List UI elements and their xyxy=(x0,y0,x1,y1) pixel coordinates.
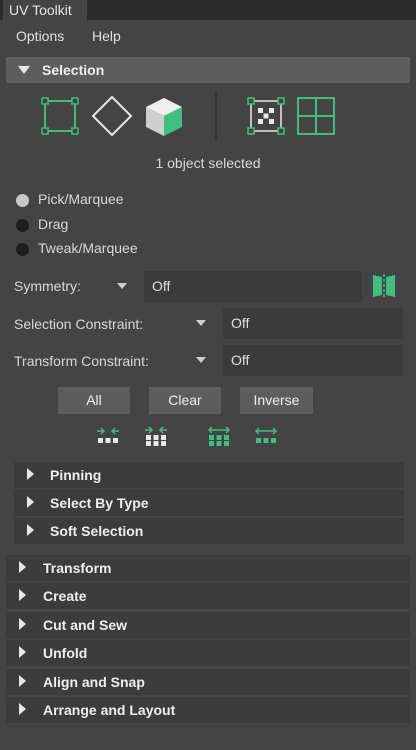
section-title: Select By Type xyxy=(50,495,149,511)
radio-label: Tweak/Marquee xyxy=(38,240,138,256)
section-title: Cut and Sew xyxy=(43,617,128,633)
section-title: Arrange and Layout xyxy=(43,702,176,718)
select-all-button[interactable]: All xyxy=(58,387,130,414)
align-and-snap-section-header[interactable]: Align and Snap xyxy=(6,669,410,695)
menu-options[interactable]: Options xyxy=(16,28,64,44)
arrange-and-layout-section-header[interactable]: Arrange and Layout xyxy=(6,697,410,723)
selection-status-text: 1 object selected xyxy=(155,155,261,171)
menu-bar: Options Help xyxy=(0,22,416,54)
toolbar-divider xyxy=(215,92,217,140)
menu-help[interactable]: Help xyxy=(92,28,121,44)
tab-uv-toolkit[interactable]: UV Toolkit xyxy=(3,0,87,20)
selection-constraint-dropdown-arrow-icon[interactable] xyxy=(196,320,206,326)
uv-shell-mode-icon[interactable] xyxy=(244,94,288,138)
object-mode-icon[interactable] xyxy=(142,94,186,138)
expand-arrow-icon xyxy=(19,618,26,630)
clear-selection-button[interactable]: Clear xyxy=(149,387,221,414)
radio-label: Drag xyxy=(38,216,69,232)
edge-mode-icon[interactable] xyxy=(90,94,134,138)
expand-arrow-icon xyxy=(19,646,26,658)
expand-arrow-icon xyxy=(19,703,26,715)
section-title: Unfold xyxy=(43,645,88,661)
expand-arrow-icon xyxy=(27,496,34,508)
unfold-section-header[interactable]: Unfold xyxy=(6,640,410,666)
radio-label: Pick/Marquee xyxy=(38,191,124,207)
radio-indicator xyxy=(16,243,29,256)
section-title: Create xyxy=(43,588,87,604)
selection-constraint-label: Selection Constraint: xyxy=(14,316,144,332)
section-title: Transform xyxy=(43,560,112,576)
section-title: Align and Snap xyxy=(43,674,145,690)
expand-arrow-icon xyxy=(19,561,26,573)
transform-section-header[interactable]: Transform xyxy=(6,555,410,581)
selection-title: Selection xyxy=(42,62,105,78)
selection-constraint-field[interactable]: Off xyxy=(223,308,403,339)
create-section-header[interactable]: Create xyxy=(6,583,410,609)
soft-selection-section-header[interactable]: Soft Selection xyxy=(14,518,404,544)
symmetry-dropdown-arrow-icon[interactable] xyxy=(117,283,127,289)
tab-bar: UV Toolkit xyxy=(0,0,416,20)
expand-arrow-icon xyxy=(19,589,26,601)
section-title: Pinning xyxy=(50,467,102,483)
transform-constraint-dropdown-arrow-icon[interactable] xyxy=(196,357,206,363)
shrink-selection-icon[interactable] xyxy=(96,426,120,446)
section-title: Soft Selection xyxy=(50,523,144,539)
shrink-selection-grid-icon[interactable] xyxy=(144,426,168,446)
collapse-arrow-icon xyxy=(18,66,30,74)
uv-grid-mode-icon[interactable] xyxy=(294,94,338,138)
expand-arrow-icon xyxy=(19,675,26,687)
radio-indicator xyxy=(16,219,29,232)
expand-arrow-icon xyxy=(27,468,34,480)
symmetry-field[interactable]: Off xyxy=(144,271,362,302)
vertex-mode-icon[interactable] xyxy=(38,94,82,138)
select-by-type-section-header[interactable]: Select By Type xyxy=(14,490,404,516)
symmetry-label: Symmetry: xyxy=(14,278,81,294)
pinning-section-header[interactable]: Pinning xyxy=(14,462,404,488)
expand-arrow-icon xyxy=(27,524,34,536)
grow-selection-icon[interactable] xyxy=(254,426,278,446)
inverse-selection-button[interactable]: Inverse xyxy=(240,387,313,414)
radio-indicator xyxy=(16,194,29,207)
grow-selection-grid-icon[interactable] xyxy=(207,426,231,446)
cut-and-sew-section-header[interactable]: Cut and Sew xyxy=(6,612,410,638)
symmetry-axis-icon[interactable] xyxy=(370,272,398,300)
transform-constraint-field[interactable]: Off xyxy=(223,345,403,376)
transform-constraint-label: Transform Constraint: xyxy=(14,353,149,369)
selection-section-header[interactable]: Selection xyxy=(6,57,410,83)
